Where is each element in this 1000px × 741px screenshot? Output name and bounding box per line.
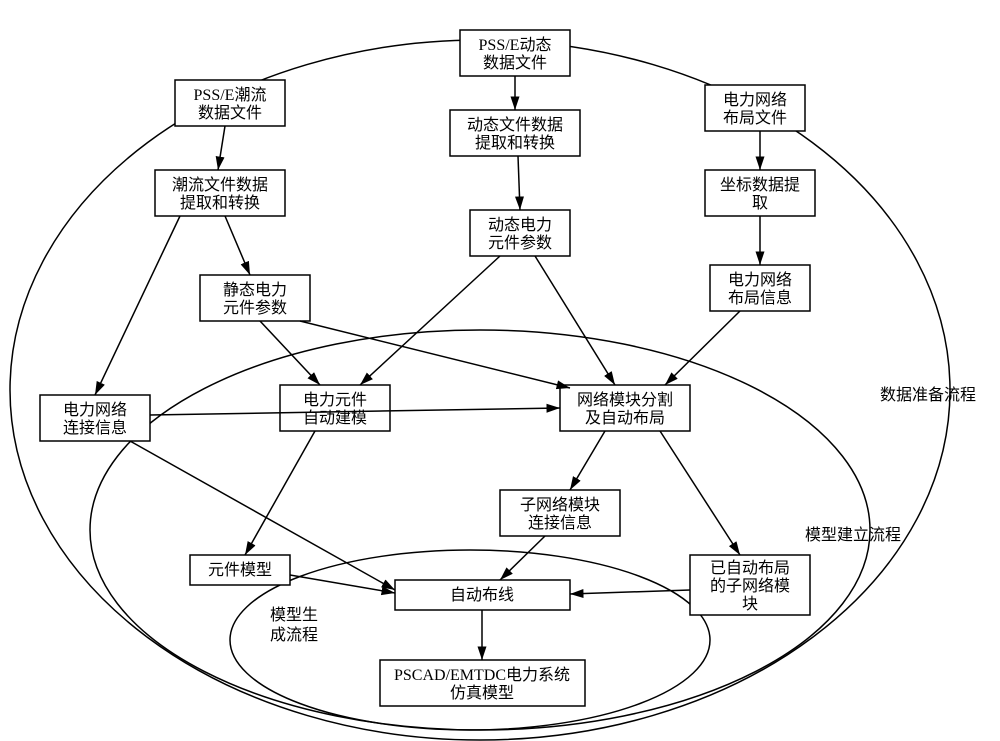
node-conn-info: 电力网络 连接信息 xyxy=(40,395,150,441)
svg-text:PSCAD/EMTDC电力系统: PSCAD/EMTDC电力系统 xyxy=(394,666,570,684)
svg-text:元件参数: 元件参数 xyxy=(223,299,287,317)
edge-n1-n4 xyxy=(218,126,225,170)
edge-n9-n11 xyxy=(665,311,740,385)
node-psse-dyn-file: PSS/E动态 数据文件 xyxy=(460,30,570,76)
svg-text:数据文件: 数据文件 xyxy=(198,104,262,122)
svg-text:数据文件: 数据文件 xyxy=(483,54,547,72)
svg-text:连接信息: 连接信息 xyxy=(528,514,592,532)
svg-text:的子网络模: 的子网络模 xyxy=(710,576,790,595)
svg-text:及自动布局: 及自动布局 xyxy=(585,409,665,427)
edge-n4-n7 xyxy=(225,216,250,275)
node-flow-extract: 潮流文件数据 提取和转换 xyxy=(155,170,285,216)
edge-n5-n8 xyxy=(518,156,520,210)
svg-text:元件参数: 元件参数 xyxy=(488,234,552,252)
middle-ring-label: 模型建立流程 xyxy=(805,526,901,544)
outer-ring-label: 数据准备流程 xyxy=(880,386,976,404)
svg-text:布局文件: 布局文件 xyxy=(723,109,787,127)
svg-text:PSS/E潮流: PSS/E潮流 xyxy=(194,86,267,104)
svg-text:连接信息: 连接信息 xyxy=(63,419,127,437)
node-dyn-params: 动态电力 元件参数 xyxy=(470,210,570,256)
inner-ring-label-2: 成流程 xyxy=(270,626,318,644)
edge-n7-n10 xyxy=(260,321,320,385)
svg-text:电力元件: 电力元件 xyxy=(303,391,367,409)
svg-text:提取和转换: 提取和转换 xyxy=(475,134,555,152)
node-subnet-layout: 已自动布局 的子网络模 块 xyxy=(690,555,810,615)
node-component-model: 元件模型 xyxy=(190,555,290,585)
svg-text:动态文件数据: 动态文件数据 xyxy=(467,116,563,134)
svg-text:电力网络: 电力网络 xyxy=(63,400,127,419)
inner-ring-label-1: 模型生 xyxy=(270,606,318,624)
svg-text:取: 取 xyxy=(752,195,768,212)
svg-text:动态电力: 动态电力 xyxy=(488,216,552,234)
edge-n4-n12 xyxy=(95,216,180,395)
svg-text:静态电力: 静态电力 xyxy=(223,281,287,299)
svg-text:潮流文件数据: 潮流文件数据 xyxy=(172,176,268,194)
node-auto-route: 自动布线 xyxy=(395,580,570,610)
svg-text:布局信息: 布局信息 xyxy=(728,289,792,307)
svg-text:子网络模块: 子网络模块 xyxy=(520,495,600,514)
node-layout-file: 电力网络 布局文件 xyxy=(705,85,805,131)
svg-text:自动布线: 自动布线 xyxy=(450,586,514,604)
node-coord-extract: 坐标数据提 取 xyxy=(705,170,815,216)
node-net-split: 网络模块分割 及自动布局 xyxy=(560,385,690,431)
node-static-params: 静态电力 元件参数 xyxy=(200,275,310,321)
edge-n8-n11 xyxy=(535,256,615,385)
edge-n14-n15 xyxy=(290,575,395,593)
svg-text:坐标数据提: 坐标数据提 xyxy=(720,176,800,194)
edge-n11-n16 xyxy=(660,431,740,555)
edge-n11-n13 xyxy=(570,431,605,490)
edge-n13-n15 xyxy=(500,536,545,580)
svg-text:块: 块 xyxy=(742,595,758,613)
svg-text:提取和转换: 提取和转换 xyxy=(180,194,260,212)
node-auto-model: 电力元件 自动建模 xyxy=(280,385,390,431)
svg-text:网络模块分割: 网络模块分割 xyxy=(577,390,673,409)
process-diagram: 数据准备流程 模型建立流程 模型生 成流程 PSS/E潮流 数据文件 PSS/E… xyxy=(0,0,1000,741)
svg-text:已自动布局: 已自动布局 xyxy=(710,559,790,577)
edge-n10-n14 xyxy=(245,431,315,555)
node-psse-flow-file: PSS/E潮流 数据文件 xyxy=(175,80,285,126)
node-layout-info: 电力网络 布局信息 xyxy=(710,265,810,311)
svg-text:PSS/E动态: PSS/E动态 xyxy=(479,36,552,54)
svg-text:电力网络: 电力网络 xyxy=(728,270,792,289)
node-pscad-model: PSCAD/EMTDC电力系统 仿真模型 xyxy=(380,660,585,706)
svg-text:电力网络: 电力网络 xyxy=(723,90,787,109)
node-subnet-conn: 子网络模块 连接信息 xyxy=(500,490,620,536)
svg-text:仿真模型: 仿真模型 xyxy=(450,684,514,702)
svg-text:元件模型: 元件模型 xyxy=(208,561,272,579)
node-dyn-extract: 动态文件数据 提取和转换 xyxy=(450,110,580,156)
